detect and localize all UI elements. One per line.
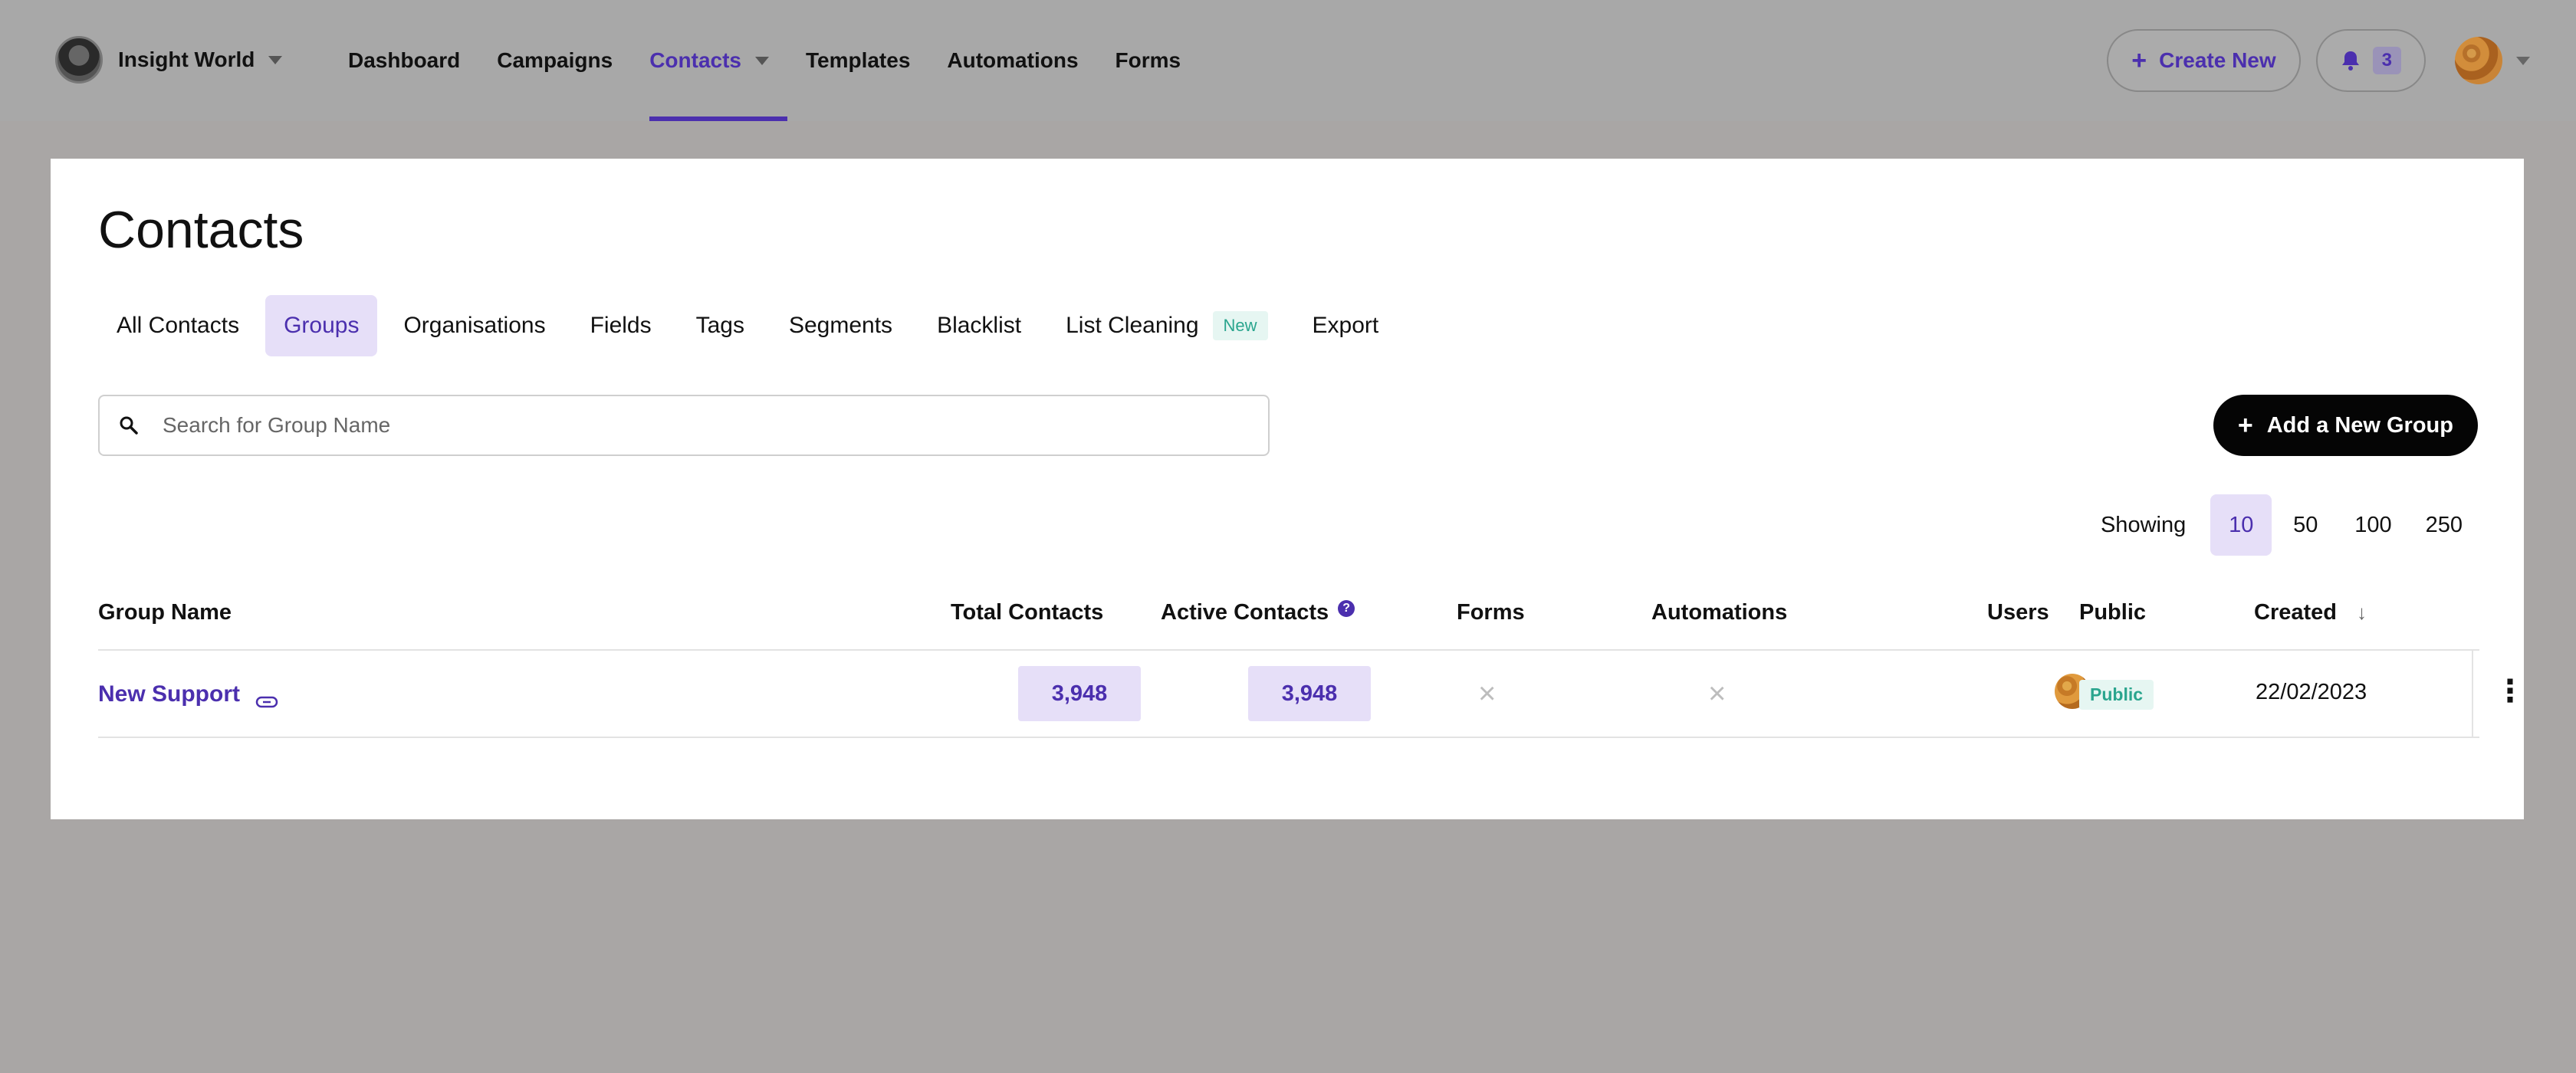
tab-tags[interactable]: Tags	[678, 295, 763, 356]
chevron-down-icon[interactable]	[2516, 56, 2530, 65]
tab-groups[interactable]: Groups	[265, 295, 378, 356]
col-total-contacts[interactable]: Total Contacts	[951, 600, 1103, 625]
column-divider	[2472, 651, 2473, 738]
col-active-contacts[interactable]: Active Contacts ?	[1161, 599, 1355, 625]
kebab-icon[interactable]: ⋮	[2495, 674, 2525, 709]
col-automations[interactable]: Automations	[1651, 600, 1787, 625]
contacts-panel: Contacts All Contacts Groups Organisatio…	[51, 159, 2525, 819]
total-contacts-value[interactable]: 3,948	[1018, 666, 1141, 721]
col-label: Total Contacts	[951, 600, 1104, 625]
link-icon	[255, 688, 278, 708]
page-size-250[interactable]: 250	[2410, 494, 2478, 556]
user-avatar[interactable]	[2455, 37, 2502, 84]
notifications-button[interactable]: 3	[2315, 29, 2426, 92]
header-actions: + Create New 3	[2107, 29, 2530, 92]
tab-label: Organisations	[403, 313, 546, 338]
col-public[interactable]: Public	[2079, 600, 2146, 625]
sort-down-icon[interactable]: ↓	[2357, 601, 2367, 625]
col-label: Active Contacts	[1161, 600, 1329, 625]
nav-label: Templates	[805, 48, 911, 72]
new-badge: New	[1212, 311, 1268, 340]
col-label: Users	[1987, 600, 2049, 625]
tab-export[interactable]: Export	[1294, 295, 1398, 356]
tab-all-contacts[interactable]: All Contacts	[98, 295, 258, 356]
plus-icon: +	[2237, 410, 2253, 440]
active-contacts-value[interactable]: 3,948	[1248, 666, 1371, 721]
close-icon: ×	[1478, 677, 1497, 710]
workspace-name: Insight World	[118, 48, 255, 71]
main-nav: Dashboard Campaigns Contacts Templates A…	[330, 0, 1199, 121]
tab-blacklist[interactable]: Blacklist	[918, 295, 1040, 356]
chevron-down-icon	[754, 56, 769, 65]
nav-forms[interactable]: Forms	[1097, 0, 1200, 121]
close-icon: ×	[1708, 677, 1727, 710]
table-header: Group Name Total Contacts Active Contact…	[98, 574, 2479, 651]
page-size-50[interactable]: 50	[2275, 494, 2336, 556]
col-label: Public	[2079, 600, 2147, 625]
chevron-down-icon	[268, 55, 283, 64]
add-group-button[interactable]: + Add a New Group	[2213, 395, 2478, 456]
nav-dashboard[interactable]: Dashboard	[330, 0, 478, 121]
tab-segments[interactable]: Segments	[770, 295, 911, 356]
tab-label: List Cleaning	[1066, 313, 1199, 338]
create-new-label: Create New	[2159, 48, 2276, 72]
help-icon[interactable]: ?	[1338, 599, 1355, 617]
col-group-name[interactable]: Group Name	[98, 600, 232, 625]
page-size-100[interactable]: 100	[2339, 494, 2407, 556]
col-label: Automations	[1651, 600, 1788, 625]
tab-list-cleaning[interactable]: List Cleaning New	[1047, 295, 1286, 356]
add-group-label: Add a New Group	[2266, 412, 2453, 438]
tab-label: Export	[1312, 313, 1379, 338]
col-label: Created	[2254, 600, 2337, 625]
col-created[interactable]: Created ↓	[2254, 600, 2367, 625]
tab-label: Groups	[284, 313, 360, 338]
tab-organisations[interactable]: Organisations	[385, 295, 564, 356]
plus-icon: +	[2131, 45, 2147, 75]
group-name: New Support	[98, 681, 240, 707]
nav-automations[interactable]: Automations	[928, 0, 1096, 121]
page-size-selector: Showing 10 50 100 250	[2101, 494, 2478, 556]
showing-label: Showing	[2100, 512, 2187, 537]
col-label: Group Name	[98, 600, 232, 625]
created-date: 22/02/2023	[2256, 680, 2367, 704]
search-icon	[118, 415, 140, 436]
tab-label: Segments	[788, 313, 893, 338]
public-badge: Public	[2079, 680, 2154, 710]
nav-contacts[interactable]: Contacts	[631, 0, 787, 121]
group-name-link[interactable]: New Support	[98, 681, 278, 708]
tab-label: All Contacts	[117, 313, 240, 338]
col-users[interactable]: Users	[1987, 600, 2049, 625]
tab-label: Fields	[590, 313, 652, 338]
top-nav: Insight World Dashboard Campaigns Contac…	[0, 0, 2576, 121]
create-new-button[interactable]: + Create New	[2107, 29, 2301, 92]
nav-label: Contacts	[649, 48, 741, 72]
tab-label: Tags	[695, 313, 744, 338]
col-forms[interactable]: Forms	[1457, 600, 1525, 625]
groups-table: Group Name Total Contacts Active Contact…	[98, 574, 2525, 738]
nav-label: Automations	[947, 48, 1079, 72]
bell-icon	[2341, 50, 2361, 71]
workspace-switcher[interactable]: Insight World	[55, 35, 283, 84]
nav-label: Campaigns	[497, 48, 613, 72]
group-search	[98, 395, 1270, 456]
tab-fields[interactable]: Fields	[572, 295, 670, 356]
workspace-avatar	[55, 36, 103, 84]
nav-templates[interactable]: Templates	[787, 0, 928, 121]
nav-campaigns[interactable]: Campaigns	[478, 0, 631, 121]
table-row: New Support 3,948 3,948 × × Public 22/02…	[98, 651, 2525, 738]
tab-label: Blacklist	[937, 313, 1022, 338]
col-label: Forms	[1457, 600, 1525, 625]
page-title: Contacts	[98, 201, 304, 259]
contacts-tabs: All Contacts Groups Organisations Fields…	[98, 295, 1405, 356]
notification-count: 3	[2372, 47, 2401, 74]
search-input[interactable]	[163, 413, 1221, 438]
page-size-10[interactable]: 10	[2210, 494, 2272, 556]
nav-label: Dashboard	[348, 48, 461, 72]
nav-label: Forms	[1115, 48, 1181, 72]
